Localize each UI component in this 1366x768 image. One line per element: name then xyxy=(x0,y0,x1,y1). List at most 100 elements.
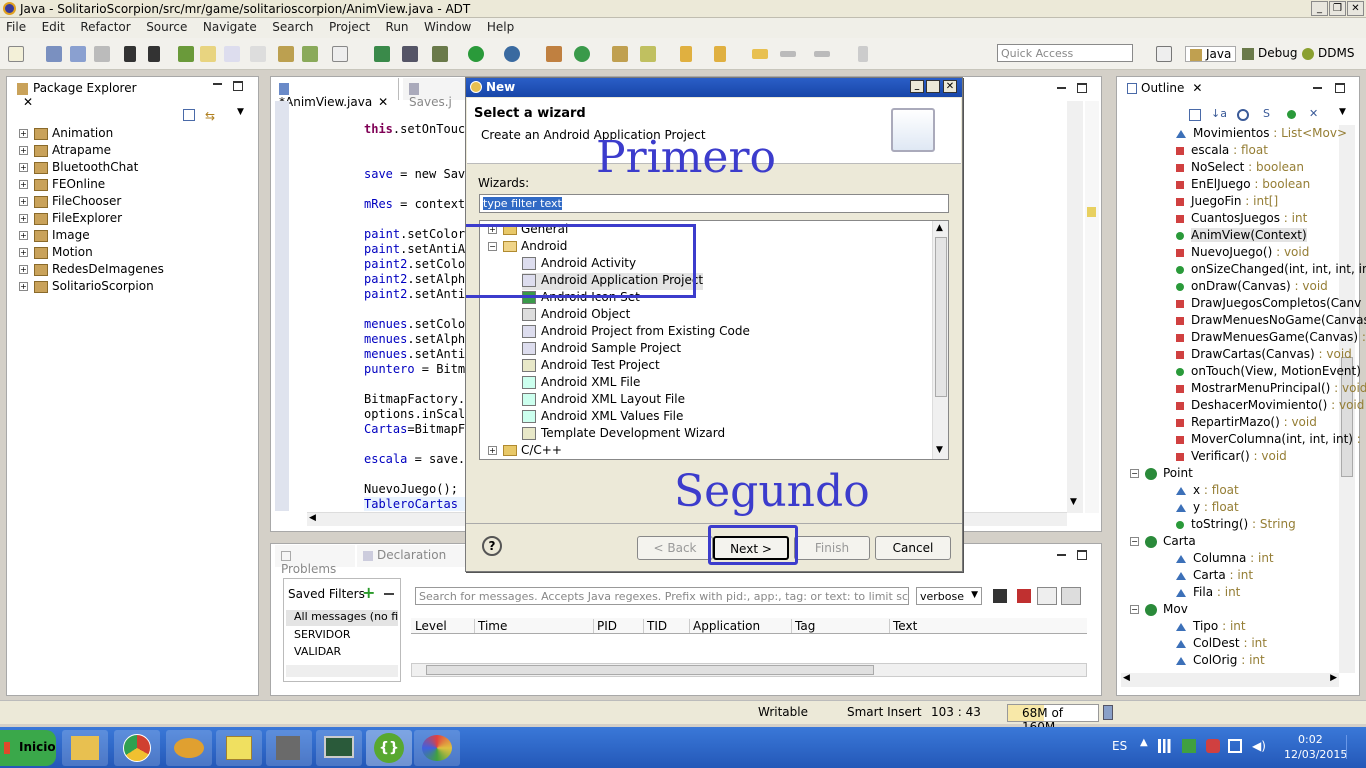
pin-icon[interactable] xyxy=(858,46,868,62)
view-menu-icon[interactable]: ▼ xyxy=(237,107,244,117)
minimize-view-icon[interactable] xyxy=(213,83,222,85)
tab-outline[interactable]: Outline ✕ xyxy=(1121,78,1211,100)
outline-member[interactable]: Verificar() : void xyxy=(1176,449,1287,466)
forward-icon[interactable] xyxy=(814,51,830,57)
outline-member[interactable]: ColOrig : int xyxy=(1176,653,1265,670)
outline-member[interactable]: DeshacerMovimiento() : void xyxy=(1176,398,1364,415)
outline-member[interactable]: NuevoJuego() : void xyxy=(1176,245,1309,262)
code-line[interactable]: paint.setAntiA xyxy=(364,242,465,256)
hide-fields-icon[interactable] xyxy=(1237,109,1249,121)
code-line[interactable]: puntero = Bitm xyxy=(364,362,465,376)
scroll-thumb[interactable] xyxy=(935,237,947,397)
outline-member[interactable]: NoSelect : boolean xyxy=(1176,160,1304,177)
close-tab-icon[interactable]: ✕ xyxy=(23,95,33,109)
toggle-filters-icon[interactable] xyxy=(1037,587,1057,605)
menu-run[interactable]: Run xyxy=(380,18,415,34)
outline-member[interactable]: Movimientos : List<Mov> xyxy=(1176,126,1347,143)
debug-icon[interactable] xyxy=(432,46,448,62)
expand-icon[interactable]: + xyxy=(19,129,28,138)
task-icon[interactable] xyxy=(332,46,348,62)
outline-member[interactable]: x : float xyxy=(1176,483,1239,500)
cancel-button[interactable]: Cancel xyxy=(875,536,951,560)
expand-icon[interactable]: + xyxy=(19,180,28,189)
remove-filter-icon[interactable] xyxy=(384,593,394,595)
highlight-icon[interactable] xyxy=(200,46,216,62)
next-annotation-icon[interactable] xyxy=(680,46,692,62)
wizard-filter-input[interactable]: type filter text xyxy=(479,194,949,213)
clear-log-icon[interactable] xyxy=(1017,589,1031,603)
minimize-view-icon[interactable] xyxy=(1313,87,1322,89)
filter-all-messages[interactable]: All messages (no filters) xyxy=(286,610,398,626)
perspective-java[interactable]: Java xyxy=(1185,46,1237,62)
col-tid[interactable]: TID xyxy=(643,619,667,633)
col-level[interactable]: Level xyxy=(415,619,447,633)
code-line[interactable]: options.inScale xyxy=(364,407,472,421)
menu-refactor[interactable]: Refactor xyxy=(74,18,136,34)
code-line[interactable]: this.setOnTouc xyxy=(364,122,465,136)
outline-member[interactable]: onSizeChanged(int, int, int, int) xyxy=(1176,262,1366,279)
hide-static-icon[interactable]: S xyxy=(1263,107,1270,120)
new-class-icon[interactable] xyxy=(574,46,590,62)
code-line[interactable]: escala = save.p xyxy=(364,452,472,466)
collapse-all-icon[interactable] xyxy=(1189,109,1201,121)
outline-member[interactable]: Tipo : int xyxy=(1176,619,1246,636)
app-task[interactable] xyxy=(166,730,212,766)
outline-member[interactable]: MoverColumna(int, int, int) : xyxy=(1176,432,1361,449)
tray-up-arrow-icon[interactable]: ▲ xyxy=(1140,737,1148,748)
tool-task[interactable] xyxy=(266,730,312,766)
search-icon[interactable] xyxy=(640,46,656,62)
scroll-lock-icon[interactable] xyxy=(1061,587,1081,605)
skip-icon[interactable] xyxy=(402,46,418,62)
project-motion[interactable]: + Motion xyxy=(19,245,93,262)
scroll-down-arrow-icon[interactable]: ▼ xyxy=(936,445,943,455)
wizard-android-sample-project[interactable]: Android Sample Project xyxy=(522,341,681,358)
logcat-horizontal-scrollbar[interactable] xyxy=(411,663,1087,677)
expand-icon[interactable]: + xyxy=(488,446,497,455)
outline-class[interactable]: − Mov xyxy=(1130,602,1188,619)
menu-source[interactable]: Source xyxy=(140,18,193,34)
close-tab-icon[interactable]: ✕ xyxy=(378,95,388,109)
wizard-android-xml-layout-file[interactable]: Android XML Layout File xyxy=(522,392,685,409)
code-line[interactable]: paint2.setColo xyxy=(364,257,465,271)
menu-edit[interactable]: Edit xyxy=(36,18,71,34)
dialog-minimize-button[interactable]: _ xyxy=(910,80,924,93)
project-feonline[interactable]: + FEOnline xyxy=(19,177,105,194)
outline-member[interactable]: AnimView(Context) xyxy=(1176,228,1307,245)
perspective-ddms[interactable]: DDMS xyxy=(1302,46,1354,60)
expand-icon[interactable]: + xyxy=(19,146,28,155)
heap-status[interactable]: 68M of 160M xyxy=(1007,704,1099,734)
tab-declaration[interactable]: Declaration xyxy=(357,545,467,567)
wizard-android-test-project[interactable]: Android Test Project xyxy=(522,358,660,375)
tab-animview[interactable]: *AnimView.java ✕ xyxy=(273,78,399,109)
project-solitarioscorpion[interactable]: + SolitarioScorpion xyxy=(19,279,154,296)
col-application[interactable]: Application xyxy=(689,619,760,633)
project-redesdeimagenes[interactable]: + RedesDeImagenes xyxy=(19,262,164,279)
code-line[interactable]: mRes = context xyxy=(364,197,465,211)
collapse-icon[interactable]: − xyxy=(1130,537,1139,546)
open-type-icon[interactable] xyxy=(612,46,628,62)
add-filter-icon[interactable]: + xyxy=(362,583,375,602)
clock-date[interactable]: 12/03/2015 xyxy=(1284,748,1347,761)
hide-nonpublic-icon[interactable] xyxy=(1287,110,1296,119)
code-line[interactable]: BitmapFactory.O xyxy=(364,392,472,406)
dialog-close-button[interactable]: ✕ xyxy=(943,80,957,93)
collapse-icon[interactable]: − xyxy=(1130,469,1139,478)
col-pid[interactable]: PID xyxy=(593,619,617,633)
close-tab-icon[interactable]: ✕ xyxy=(1192,81,1202,95)
perspective-debug[interactable]: Debug xyxy=(1242,46,1297,60)
expand-icon[interactable]: + xyxy=(19,163,28,172)
log-level-select[interactable]: verbose ▼ xyxy=(916,587,982,605)
tree-cpp[interactable]: + C/C++ xyxy=(488,443,562,459)
outline-member[interactable]: toString() : String xyxy=(1176,517,1296,534)
palette-task[interactable] xyxy=(414,730,460,766)
outline-member[interactable]: CuantosJuegos : int xyxy=(1176,211,1307,228)
run-icon[interactable] xyxy=(468,46,484,62)
outline-member[interactable]: ColDest : int xyxy=(1176,636,1267,653)
expand-icon[interactable]: + xyxy=(19,197,28,206)
print-icon[interactable] xyxy=(94,46,110,62)
outline-member[interactable]: Fila : int xyxy=(1176,585,1240,602)
scroll-down-arrow-icon[interactable]: ▼ xyxy=(1070,497,1077,507)
maximize-view-icon[interactable] xyxy=(1335,83,1345,93)
col-tag[interactable]: Tag xyxy=(791,619,815,633)
upload-icon[interactable] xyxy=(124,46,136,62)
